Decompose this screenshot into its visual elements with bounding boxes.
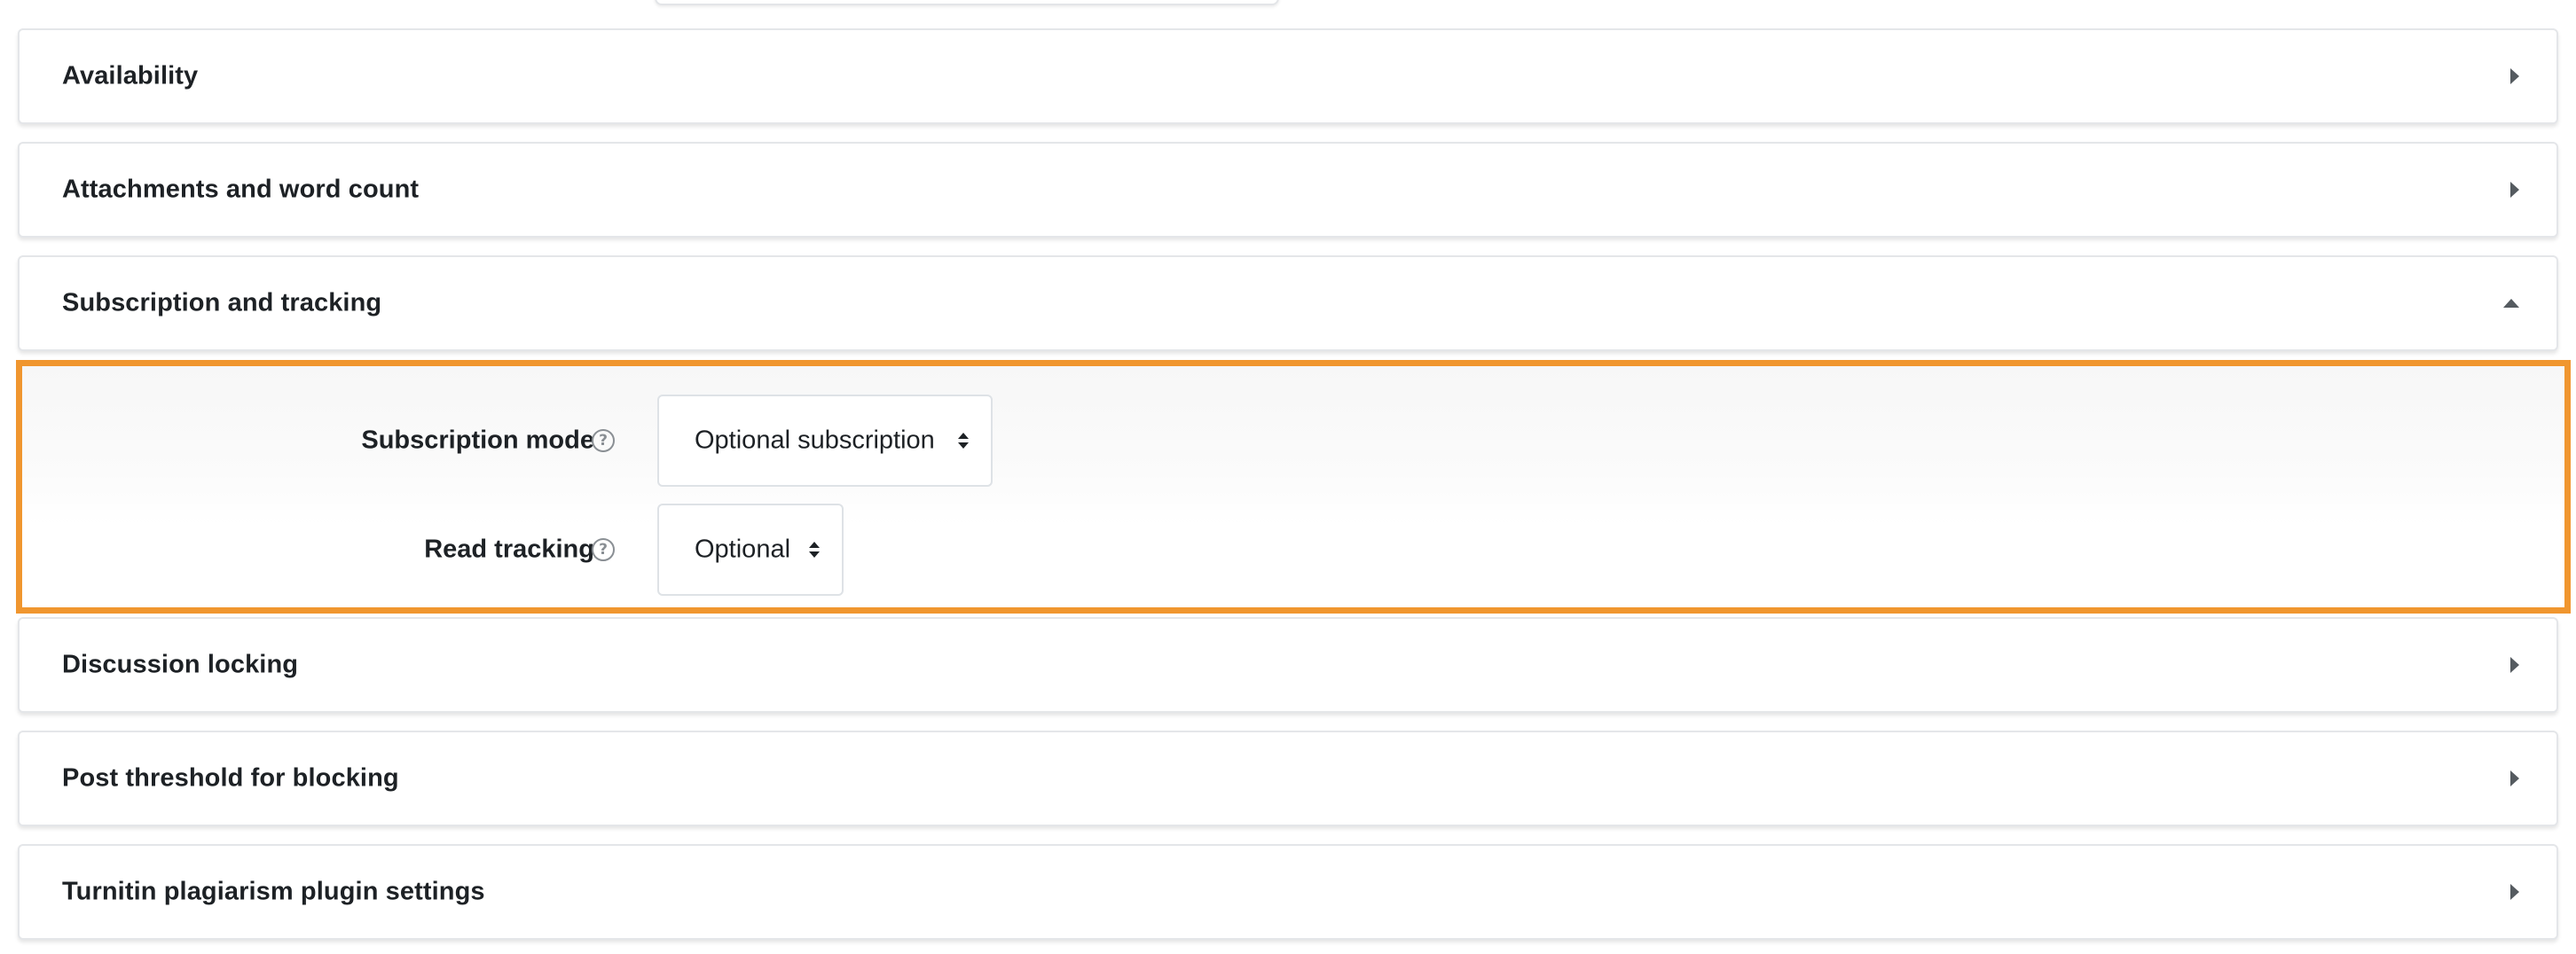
section-title-subscription: Subscription and tracking [62,288,382,317]
section-turnitin[interactable]: Turnitin plagiarism plugin settings [18,844,2558,940]
form-row-subscription-mode: Subscription mode ? Optional subscriptio… [22,395,2564,487]
top-select-edge [655,0,1279,5]
chevron-right-icon [2510,657,2519,673]
section-availability[interactable]: Availability [18,28,2558,124]
read-tracking-label: Read tracking [424,535,594,564]
help-icon[interactable]: ? [592,538,615,561]
section-title-threshold: Post threshold for blocking [62,763,399,793]
section-attachments[interactable]: Attachments and word count [18,142,2558,238]
section-subscription[interactable]: Subscription and tracking [18,255,2558,351]
chevron-right-icon [2510,770,2519,786]
read-tracking-value: Optional [695,535,791,564]
subscription-content-panel: Subscription mode ? Optional subscriptio… [16,360,2571,614]
chevron-up-icon [2503,299,2519,308]
form-row-read-tracking: Read tracking ? Optional [22,504,2564,596]
sort-updown-icon [808,542,821,558]
chevron-right-icon [2510,884,2519,900]
section-title-locking: Discussion locking [62,650,299,679]
section-discussion-locking[interactable]: Discussion locking [18,617,2558,713]
section-title-attachments: Attachments and word count [62,175,420,204]
chevron-right-icon [2510,68,2519,84]
section-title-turnitin: Turnitin plagiarism plugin settings [62,877,485,906]
subscription-mode-label: Subscription mode [361,426,594,455]
read-tracking-select[interactable]: Optional [657,504,844,596]
help-icon[interactable]: ? [592,429,615,452]
subscription-mode-select[interactable]: Optional subscription [657,395,993,487]
section-title-availability: Availability [62,61,199,90]
sort-updown-icon [957,433,970,449]
section-post-threshold[interactable]: Post threshold for blocking [18,731,2558,826]
chevron-right-icon [2510,182,2519,198]
subscription-mode-value: Optional subscription [695,426,935,455]
